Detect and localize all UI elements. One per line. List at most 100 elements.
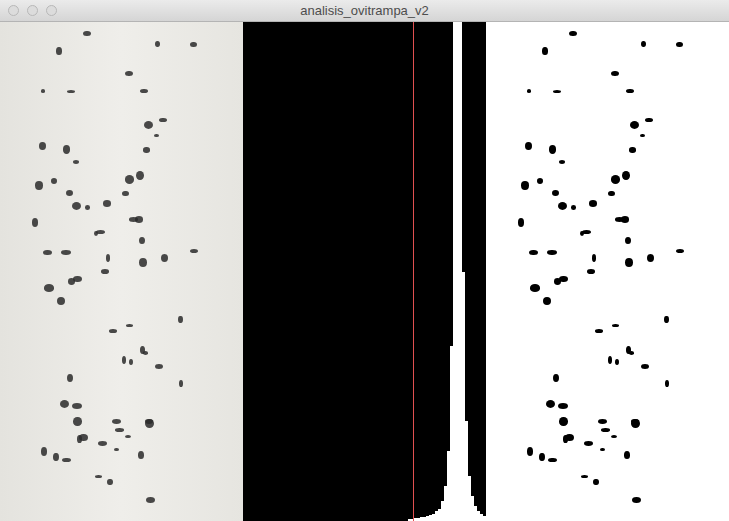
egg-spot — [73, 276, 81, 282]
blob-spot — [589, 200, 597, 207]
blob-spot — [608, 356, 613, 365]
image-panels — [0, 22, 729, 521]
source-photo — [0, 22, 243, 521]
egg-spot — [155, 41, 160, 47]
egg-spot — [179, 380, 183, 387]
blob-spot — [525, 142, 532, 150]
blob-spot — [676, 42, 682, 47]
blob-spot — [612, 324, 619, 328]
egg-spot — [53, 453, 59, 462]
egg-spot — [122, 356, 127, 365]
egg-spot — [107, 479, 112, 485]
window-title: analisis_ovitrampa_v2 — [300, 3, 429, 18]
title-bar: analisis_ovitrampa_v2 — [0, 0, 729, 22]
egg-spot — [106, 254, 111, 262]
blob-spot — [539, 453, 545, 462]
egg-spot — [39, 142, 46, 150]
blob-spot — [626, 89, 633, 93]
egg-spot — [115, 428, 123, 432]
egg-spot — [35, 181, 43, 189]
blob-spot — [629, 147, 635, 152]
blob-spot — [552, 190, 559, 196]
blob-spot — [611, 175, 621, 184]
blob-spot — [632, 497, 641, 503]
egg-spot — [67, 374, 73, 382]
blob-spot — [518, 218, 524, 227]
egg-spot — [144, 121, 153, 129]
egg-spot — [67, 90, 75, 93]
egg-spot — [122, 191, 129, 197]
blob-spot — [529, 250, 537, 255]
egg-spot — [61, 250, 71, 255]
blob-spot — [537, 178, 543, 184]
blob-spot — [558, 403, 568, 409]
minimize-button[interactable] — [27, 5, 38, 16]
egg-spot — [126, 324, 133, 328]
egg-spot — [44, 284, 54, 291]
blob-spot — [631, 419, 640, 428]
egg-spot — [190, 42, 196, 47]
blob-spot — [559, 160, 566, 164]
blob-spot — [629, 351, 635, 355]
egg-spot — [56, 47, 62, 55]
blob-spot — [542, 47, 548, 55]
egg-spot — [155, 364, 163, 369]
egg-spot — [114, 448, 119, 452]
egg-spot — [143, 147, 149, 152]
blob-spot — [580, 231, 584, 236]
egg-spot — [85, 205, 90, 210]
egg-spot — [143, 351, 149, 355]
blob-spot — [530, 284, 540, 291]
egg-spot — [41, 89, 46, 93]
blob-spot — [527, 447, 533, 456]
blob-spot — [624, 451, 630, 459]
egg-spot — [178, 316, 182, 323]
egg-spot — [129, 359, 133, 365]
blob-spot — [608, 191, 615, 197]
blob-spot — [601, 428, 609, 432]
blob-spot — [565, 434, 574, 441]
egg-spot — [63, 145, 70, 154]
close-button[interactable] — [8, 5, 19, 16]
blob-spot — [611, 71, 619, 76]
egg-spot — [72, 202, 82, 210]
egg-spot — [159, 118, 166, 122]
egg-spot — [136, 171, 144, 180]
blob-spot — [569, 31, 577, 36]
egg-spot — [101, 269, 109, 274]
egg-spot — [43, 250, 51, 255]
egg-spot — [32, 218, 38, 227]
blob-spot — [600, 448, 605, 452]
egg-spot — [125, 175, 135, 184]
egg-spot — [154, 134, 159, 138]
egg-spot — [112, 419, 121, 424]
blob-spot — [559, 417, 567, 426]
blob-spot — [543, 297, 551, 305]
egg-spot — [57, 297, 65, 305]
blob-spot — [546, 400, 555, 408]
blob-spot — [527, 89, 532, 93]
histogram-chart — [243, 22, 486, 521]
binary-image — [486, 22, 729, 521]
zoom-button[interactable] — [46, 5, 57, 16]
blob-spot — [592, 254, 597, 262]
blob-spot — [641, 364, 649, 369]
egg-spot — [190, 249, 199, 253]
blob-spot — [581, 475, 588, 478]
blob-spot — [625, 258, 633, 267]
blob-spot — [630, 121, 639, 129]
egg-spot — [73, 417, 81, 426]
blob-spot — [549, 145, 556, 154]
blob-spot — [595, 329, 602, 333]
blob-spot — [558, 202, 568, 210]
egg-spot — [109, 329, 116, 333]
egg-spot — [73, 160, 80, 164]
blob-spot — [593, 479, 598, 485]
egg-spot — [139, 237, 145, 244]
egg-spot — [60, 400, 69, 408]
blob-spot — [645, 118, 652, 122]
threshold-line[interactable] — [413, 22, 414, 521]
egg-spot — [66, 190, 73, 196]
blob-spot — [647, 254, 654, 262]
blob-spot — [676, 249, 685, 253]
